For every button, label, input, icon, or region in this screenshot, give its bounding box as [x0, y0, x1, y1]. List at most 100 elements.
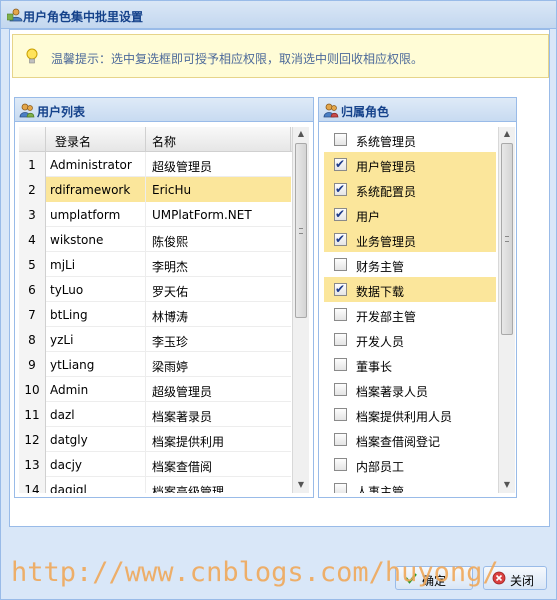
role-item[interactable]: 开发部主管	[324, 302, 496, 327]
login-cell: dazl	[46, 402, 146, 427]
scroll-up-icon[interactable]: ▲	[499, 127, 515, 141]
role-checkbox[interactable]: ✔	[334, 157, 347, 171]
login-column-header[interactable]: 登录名	[46, 127, 146, 152]
users-icon	[19, 103, 35, 118]
role-label: 系统配置员	[356, 185, 417, 199]
role-item[interactable]: 人事主管	[324, 477, 496, 493]
role-checkbox[interactable]	[334, 458, 347, 471]
users-rows: 1 Administrator 超级管理员 2 rdiframework EricHu 3 u…	[19, 152, 291, 493]
scroll-thumb[interactable]	[501, 143, 513, 335]
login-cell: datgly	[46, 427, 146, 452]
table-row[interactable]: 9 ytLiang 梁雨婷	[19, 352, 291, 377]
users-grid: 登录名 名称 1 Administrator 超级管理员 2 rdiframework E…	[19, 127, 309, 493]
role-checkbox[interactable]: ✔	[334, 182, 347, 196]
role-label: 开发人员	[356, 335, 405, 349]
roles-panel-title: 归属角色	[341, 105, 390, 119]
scroll-thumb[interactable]	[295, 143, 307, 318]
role-label: 数据下载	[356, 285, 405, 299]
users-panel-header: 用户列表	[15, 98, 313, 122]
login-cell: umplatform	[46, 202, 146, 227]
title-bar[interactable]: 用户角色集中批里设置	[1, 1, 556, 29]
role-label: 档案提供利用人员	[356, 410, 453, 424]
login-cell: yzLi	[46, 327, 146, 352]
role-checkbox[interactable]: ✔	[334, 232, 347, 246]
lightbulb-icon	[26, 48, 38, 64]
roles-scrollbar[interactable]: ▲ ▼	[498, 127, 515, 493]
name-cell: 超级管理员	[152, 160, 213, 174]
row-number: 10	[19, 377, 46, 402]
roles-list: 系统管理员 ✔ 用户管理员 ✔ 系统配置员 ✔ 用户 ✔ 业务管理员 财务主管 ✔ 数据下载开发部主管…	[324, 127, 496, 493]
name-column-header[interactable]: 名称	[146, 127, 291, 152]
table-row[interactable]: 13 dacjy 档案查借阅	[19, 452, 291, 477]
table-row[interactable]: 6 tyLuo 罗天佑	[19, 277, 291, 302]
login-cell: dacjy	[46, 452, 146, 477]
scroll-down-icon[interactable]: ▼	[499, 478, 515, 492]
scroll-down-icon[interactable]: ▼	[293, 478, 309, 492]
table-row[interactable]: 14 dagjgl 档案高级管理	[19, 477, 291, 493]
table-row[interactable]: 10 Admin 超级管理员	[19, 377, 291, 402]
role-label: 开发部主管	[356, 310, 417, 324]
role-checkbox[interactable]	[334, 358, 347, 371]
name-cell: 林博涛	[152, 310, 189, 324]
user-role-icon	[7, 8, 23, 22]
table-row[interactable]: 3 umplatform UMPlatForm.NET	[19, 202, 291, 227]
name-cell: 档案查借阅	[152, 460, 213, 474]
users-scrollbar[interactable]: ▲ ▼	[292, 127, 309, 493]
role-item[interactable]: 开发人员	[324, 327, 496, 352]
table-row[interactable]: 8 yzLi 李玉珍	[19, 327, 291, 352]
role-label: 内部员工	[356, 460, 405, 474]
name-cell: 梁雨婷	[152, 360, 189, 374]
row-number: 2	[19, 177, 46, 202]
role-item[interactable]: 档案著录人员	[324, 377, 496, 402]
table-row[interactable]: 4 wikstone 陈俊熙	[19, 227, 291, 252]
role-item[interactable]: ✔ 业务管理员	[324, 227, 496, 252]
role-item[interactable]: ✔ 用户管理员	[324, 152, 496, 177]
name-cell: 超级管理员	[152, 385, 213, 399]
content-area: 温馨提示：选中复选框即可授予相应权限，取消选中则回收相应权限。 用户列表 登录名…	[9, 29, 550, 527]
login-cell: dagjgl	[46, 477, 146, 493]
role-item[interactable]: 内部员工	[324, 452, 496, 477]
table-row[interactable]: 7 btLing 林博涛	[19, 302, 291, 327]
role-checkbox[interactable]	[334, 133, 347, 146]
role-item[interactable]: 档案查借阅登记	[324, 427, 496, 452]
role-checkbox[interactable]	[334, 383, 347, 396]
role-item[interactable]: 财务主管	[324, 252, 496, 277]
scroll-up-icon[interactable]: ▲	[293, 127, 309, 141]
role-item[interactable]: ✔ 用户	[324, 202, 496, 227]
name-cell: UMPlatForm.NET	[152, 208, 252, 222]
role-checkbox[interactable]: ✔	[334, 207, 347, 221]
role-checkbox[interactable]	[334, 483, 347, 493]
login-cell: wikstone	[46, 227, 146, 252]
table-row[interactable]: 5 mjLi 李明杰	[19, 252, 291, 277]
role-item[interactable]: ✔ 数据下载	[324, 277, 496, 302]
role-label: 用户管理员	[356, 160, 417, 174]
login-cell: tyLuo	[46, 277, 146, 302]
role-checkbox[interactable]	[334, 333, 347, 346]
role-label: 档案著录人员	[356, 385, 429, 399]
table-row[interactable]: 11 dazl 档案著录员	[19, 402, 291, 427]
role-checkbox[interactable]	[334, 433, 347, 446]
role-label: 档案查借阅登记	[356, 435, 441, 449]
row-number: 14	[19, 477, 46, 493]
role-label: 人事主管	[356, 485, 405, 493]
name-cell: 罗天佑	[152, 285, 189, 299]
role-item[interactable]: 董事长	[324, 352, 496, 377]
checkmark-icon: ✔	[335, 182, 346, 196]
role-checkbox[interactable]	[334, 258, 347, 271]
name-cell: 李玉珍	[152, 335, 189, 349]
role-checkbox[interactable]	[334, 408, 347, 421]
login-cell: ytLiang	[46, 352, 146, 377]
table-row[interactable]: 12 datgly 档案提供利用	[19, 427, 291, 452]
checkmark-icon: ✔	[335, 157, 346, 171]
role-checkbox[interactable]	[334, 308, 347, 321]
role-item[interactable]: ✔ 系统配置员	[324, 177, 496, 202]
row-number: 4	[19, 227, 46, 252]
role-item[interactable]: 档案提供利用人员	[324, 402, 496, 427]
role-checkbox[interactable]: ✔	[334, 282, 347, 296]
row-number: 5	[19, 252, 46, 277]
table-row[interactable]: 2 rdiframework EricHu	[19, 177, 291, 202]
table-row[interactable]: 1 Administrator 超级管理员	[19, 152, 291, 177]
close-button-label: 关闭	[510, 574, 535, 588]
role-label: 系统管理员	[356, 135, 417, 149]
role-item[interactable]: 系统管理员	[324, 127, 496, 152]
